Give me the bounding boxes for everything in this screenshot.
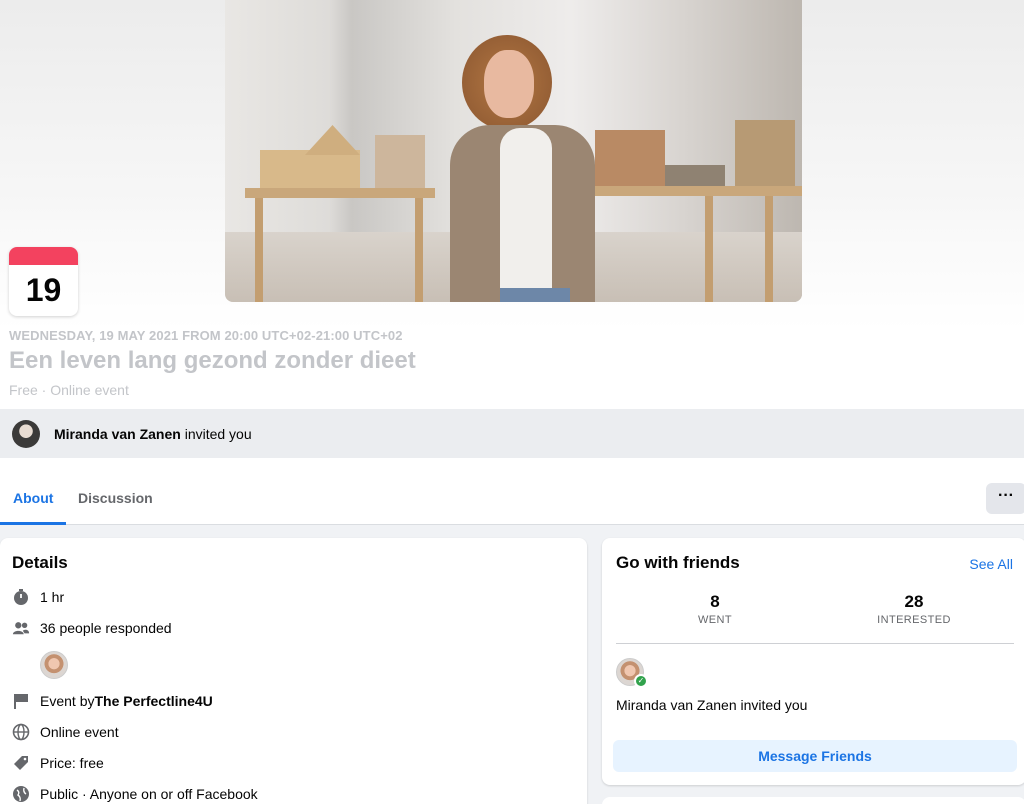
detail-duration: 1 hr: [12, 588, 64, 606]
cover-table-leg: [765, 196, 773, 302]
cover-model-house: [595, 130, 665, 186]
more-button[interactable]: ···: [986, 483, 1024, 514]
message-friends-button[interactable]: Message Friends: [613, 740, 1017, 772]
cover-table: [245, 188, 435, 198]
duration-text: 1 hr: [40, 589, 65, 605]
interested-label: INTERESTED: [877, 614, 951, 626]
interested-count: 28: [904, 592, 924, 611]
cover-person: [500, 128, 552, 298]
cover-model-house: [665, 165, 725, 186]
event-meta: Free · Online event: [9, 382, 129, 398]
check-icon: ✓: [634, 674, 648, 688]
inviter-avatar[interactable]: [12, 419, 40, 448]
detail-responded: 36 people responded: [12, 619, 172, 637]
event-by-prefix: Event by: [40, 693, 95, 709]
location-text: Online event: [40, 724, 119, 740]
event-by-name[interactable]: The Perfectline4U: [94, 693, 212, 709]
next-card: [602, 797, 1024, 804]
cover-table-leg: [415, 198, 423, 302]
more-icon: ···: [998, 487, 1014, 504]
details-card: Details 1 hr 36 people responded Event b…: [0, 538, 587, 804]
cover-model-house: [735, 120, 795, 186]
invite-suffix: invited you: [180, 425, 252, 442]
friend-invite-text: Miranda van Zanen invited you: [616, 697, 808, 713]
clock-icon: [12, 588, 30, 606]
detail-location: Online event: [12, 723, 119, 741]
friends-card: Go with friends See All 8 WENT 28 INTERE…: [602, 538, 1024, 785]
details-title: Details: [12, 553, 68, 572]
event-title: Een leven lang gezond zonder dieet: [9, 347, 416, 374]
detail-privacy: Public · Anyone on or off Facebook: [12, 785, 258, 803]
cover-model-house: [305, 125, 360, 155]
cover-model-house: [375, 135, 425, 188]
cover-person: [484, 50, 534, 118]
cover-person: [500, 288, 570, 302]
calendar-badge: 19: [9, 247, 78, 316]
divider: [616, 643, 1014, 644]
invite-text: Miranda van Zanen invited you: [54, 426, 252, 442]
went-count: 8: [710, 592, 720, 611]
flag-icon: [12, 692, 30, 710]
detail-event-by: Event by The Perfectline4U: [12, 692, 213, 710]
tag-icon: [12, 754, 30, 772]
responded-text[interactable]: 36 people responded: [40, 620, 172, 636]
cover-photo[interactable]: [225, 0, 802, 302]
cover-table-leg: [705, 196, 713, 302]
went-label: WENT: [698, 614, 732, 626]
cover-table-leg: [255, 198, 263, 302]
calendar-day: 19: [25, 272, 62, 308]
detail-price: Price: free: [12, 754, 104, 772]
interested-stat[interactable]: 28 INTERESTED: [864, 592, 964, 626]
invite-bar: Miranda van Zanen invited you: [0, 409, 1024, 458]
cover-model-house: [260, 150, 360, 188]
responder-avatar[interactable]: [40, 651, 68, 679]
globe-icon: [12, 785, 30, 803]
privacy-text: Public · Anyone on or off Facebook: [40, 786, 258, 802]
globe-icon: [12, 723, 30, 741]
inviter-name[interactable]: Miranda van Zanen: [54, 426, 181, 442]
price-text: Price: free: [40, 755, 104, 771]
went-stat[interactable]: 8 WENT: [682, 592, 748, 626]
friends-title: Go with friends: [616, 553, 740, 572]
tab-discussion[interactable]: Discussion: [65, 472, 166, 524]
tab-bar: About Discussion: [0, 472, 1024, 525]
cover-table: [585, 186, 802, 196]
see-all-link[interactable]: See All: [969, 556, 1013, 572]
event-date: WEDNESDAY, 19 MAY 2021 FROM 20:00 UTC+02…: [9, 328, 403, 343]
calendar-badge-top: [9, 247, 78, 265]
people-icon: [12, 619, 30, 637]
tab-about[interactable]: About: [0, 472, 67, 525]
